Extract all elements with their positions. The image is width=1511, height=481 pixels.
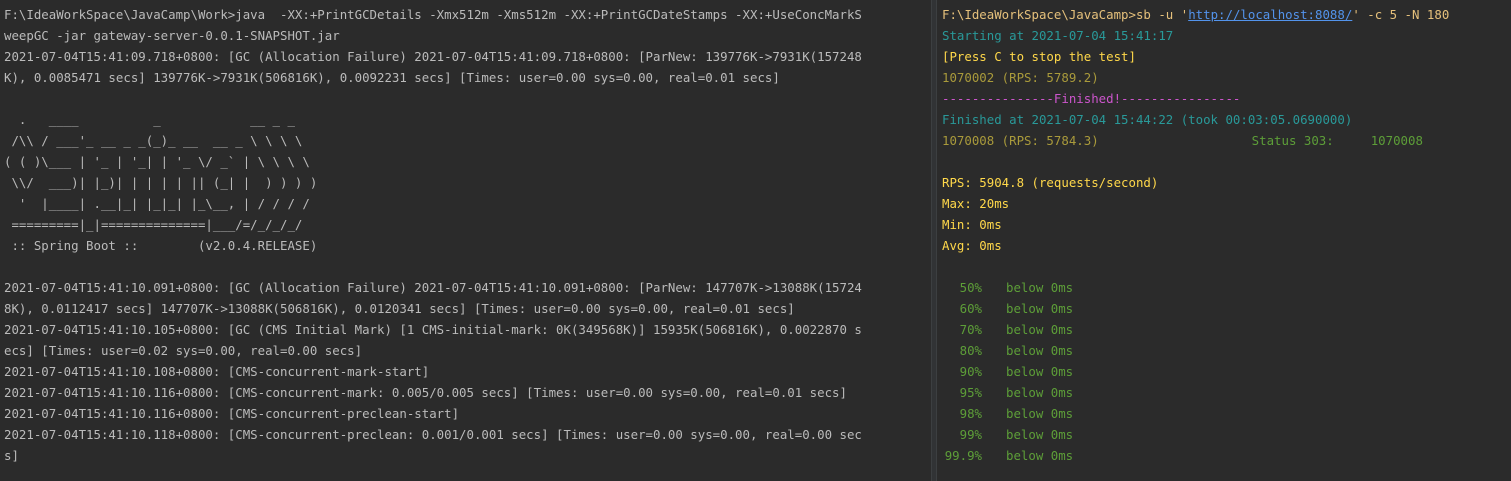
terminal-line: ( ( )\___ | '_ | '_| | '_ \/ _` | \ \ \ … — [4, 154, 310, 169]
left-terminal-pane[interactable]: F:\IdeaWorkSpace\JavaCamp\Work>java -XX:… — [0, 0, 931, 481]
percentile-row: 90% below 0ms — [942, 361, 1511, 382]
status-label: Status 303: — [1251, 133, 1334, 148]
percentile-value: 99% — [959, 427, 982, 442]
terminal-line: /\\ / ___'_ __ _ _(_)_ __ __ _ \ \ \ \ — [4, 133, 303, 148]
terminal-line: 2021-07-04T15:41:10.116+0800: [CMS-concu… — [4, 385, 847, 400]
command-url-link[interactable]: http://localhost:8088/ — [1188, 7, 1352, 22]
terminal-line: 2021-07-04T15:41:10.105+0800: [GC (CMS I… — [4, 322, 862, 337]
percentile-text: below 0ms — [1006, 301, 1074, 316]
final-count: 1070008 (RPS: 5784.3) — [942, 133, 1099, 148]
right-terminal-output: F:\IdeaWorkSpace\JavaCamp>sb -u 'http://… — [942, 4, 1511, 466]
percentile-text: below 0ms — [1006, 448, 1074, 463]
percentile-value: 50% — [959, 280, 982, 295]
terminal-line: 2021-07-04T15:41:10.116+0800: [CMS-concu… — [4, 406, 460, 421]
max-line: Max: 20ms — [942, 196, 1010, 211]
min-line: Min: 0ms — [942, 217, 1002, 232]
percentile-row: 99% below 0ms — [942, 424, 1511, 445]
terminal-line: :: Spring Boot :: (v2.0.4.RELEASE) — [4, 238, 318, 253]
press-c-line: [Press C to stop the test] — [942, 49, 1136, 64]
percentile-text: below 0ms — [1006, 364, 1074, 379]
percentile-row: 60% below 0ms — [942, 298, 1511, 319]
percentile-text: below 0ms — [1006, 427, 1074, 442]
percentile-row: 80% below 0ms — [942, 340, 1511, 361]
command-line: F:\IdeaWorkSpace\JavaCamp>sb -u 'http://… — [942, 4, 1511, 25]
terminal-window: F:\IdeaWorkSpace\JavaCamp\Work>java -XX:… — [0, 0, 1511, 481]
percentile-value: 99.9% — [944, 448, 982, 463]
right-terminal-pane[interactable]: F:\IdeaWorkSpace\JavaCamp>sb -u 'http://… — [937, 0, 1511, 481]
command-suffix: ' -c 5 -N 180 — [1352, 7, 1450, 22]
terminal-line: K), 0.0085471 secs] 139776K->7931K(50681… — [4, 70, 780, 85]
percentile-text: below 0ms — [1006, 280, 1074, 295]
terminal-line: F:\IdeaWorkSpace\JavaCamp\Work>java -XX:… — [4, 7, 862, 22]
percentile-text: below 0ms — [1006, 343, 1074, 358]
terminal-line: ecs] [Times: user=0.02 sys=0.00, real=0.… — [4, 343, 363, 358]
percentile-row: 95% below 0ms — [942, 382, 1511, 403]
terminal-line: 8K), 0.0112417 secs] 147707K->13088K(506… — [4, 301, 795, 316]
percentile-value: 70% — [959, 322, 982, 337]
rps-line: RPS: 5904.8 (requests/second) — [942, 175, 1159, 190]
percentile-value: 60% — [959, 301, 982, 316]
terminal-line: =========|_|==============|___/=/_/_/_/ — [4, 217, 303, 232]
final-count-line: 1070008 (RPS: 5784.3) Status 303: 1070008 — [942, 130, 1511, 151]
terminal-line: weepGC -jar gateway-server-0.0.1-SNAPSHO… — [4, 28, 340, 43]
percentile-text: below 0ms — [1006, 322, 1074, 337]
terminal-line: 2021-07-04T15:41:10.118+0800: [CMS-concu… — [4, 427, 862, 442]
percentile-value: 80% — [959, 343, 982, 358]
percentile-value: 90% — [959, 364, 982, 379]
finished-at-line: Finished at 2021-07-04 15:44:22 (took 00… — [942, 112, 1353, 127]
percentile-list: 50% below 0ms 60% below 0ms 70% below 0ms 80% b… — [942, 277, 1511, 466]
percentile-row: 98% below 0ms — [942, 403, 1511, 424]
avg-line: Avg: 0ms — [942, 238, 1002, 253]
status-value: 1070008 — [1370, 133, 1423, 148]
finished-banner: ---------------Finished!---------------- — [942, 91, 1241, 106]
terminal-line: ' |____| .__|_| |_|_| |_\__, | / / / / — [4, 196, 310, 211]
terminal-line: \\/ ___)| |_)| | | | | || (_| | ) ) ) ) — [4, 175, 318, 190]
percentile-row: 50% below 0ms — [942, 277, 1511, 298]
command-prefix: F:\IdeaWorkSpace\JavaCamp>sb -u ' — [942, 7, 1189, 22]
terminal-line: 2021-07-04T15:41:10.108+0800: [CMS-concu… — [4, 364, 430, 379]
percentile-value: 95% — [959, 385, 982, 400]
terminal-line: 2021-07-04T15:41:10.091+0800: [GC (Alloc… — [4, 280, 862, 295]
terminal-line: . ____ _ __ _ _ — [4, 112, 295, 127]
percentile-row: 70% below 0ms — [942, 319, 1511, 340]
left-terminal-output: F:\IdeaWorkSpace\JavaCamp\Work>java -XX:… — [4, 4, 931, 466]
progress-line: 1070002 (RPS: 5789.2) — [942, 70, 1099, 85]
percentile-row: 99.9% below 0ms — [942, 445, 1511, 466]
percentile-value: 98% — [959, 406, 982, 421]
percentile-text: below 0ms — [1006, 406, 1074, 421]
terminal-line: s] — [4, 448, 19, 463]
percentile-text: below 0ms — [1006, 385, 1074, 400]
starting-line: Starting at 2021-07-04 15:41:17 — [942, 28, 1174, 43]
terminal-line: 2021-07-04T15:41:09.718+0800: [GC (Alloc… — [4, 49, 862, 64]
